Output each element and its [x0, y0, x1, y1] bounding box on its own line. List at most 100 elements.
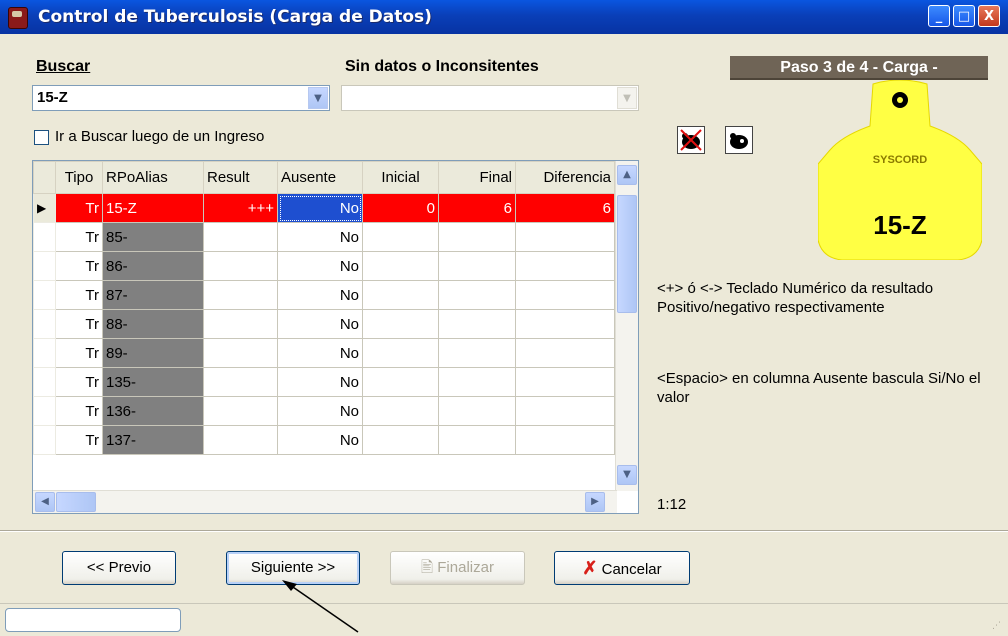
- cell-tipo[interactable]: Tr: [55, 193, 103, 223]
- col-result[interactable]: Result: [203, 161, 278, 194]
- scroll-right-icon[interactable]: ▶: [585, 492, 605, 512]
- table-row[interactable]: ▶ Tr 15-Z +++ No 0 6 6: [33, 193, 615, 223]
- cell-diferencia[interactable]: [515, 367, 615, 397]
- row-selector[interactable]: [33, 251, 56, 281]
- cell-rpoalias[interactable]: 136-: [102, 396, 204, 426]
- cell-result[interactable]: [203, 367, 278, 397]
- previo-button[interactable]: << Previo: [62, 551, 176, 585]
- cell-final[interactable]: [438, 251, 516, 281]
- col-ausente[interactable]: Ausente: [277, 161, 363, 194]
- cell-final[interactable]: [438, 222, 516, 252]
- cell-ausente[interactable]: No: [277, 396, 363, 426]
- sin-datos-combo[interactable]: ▼: [341, 85, 639, 111]
- cell-inicial[interactable]: [362, 338, 439, 368]
- cell-result[interactable]: [203, 396, 278, 426]
- resize-grip-icon[interactable]: ⋰: [992, 621, 1004, 633]
- cell-result[interactable]: [203, 280, 278, 310]
- cell-tipo[interactable]: Tr: [55, 222, 103, 252]
- cell-diferencia[interactable]: [515, 280, 615, 310]
- cell-diferencia[interactable]: [515, 338, 615, 368]
- cell-final[interactable]: [438, 280, 516, 310]
- row-selector[interactable]: [33, 338, 56, 368]
- cell-tipo[interactable]: Tr: [55, 367, 103, 397]
- cell-diferencia[interactable]: [515, 251, 615, 281]
- cell-result[interactable]: [203, 309, 278, 339]
- cell-inicial[interactable]: [362, 425, 439, 455]
- cell-inicial[interactable]: [362, 222, 439, 252]
- cell-result[interactable]: [203, 251, 278, 281]
- cell-inicial[interactable]: [362, 309, 439, 339]
- table-row[interactable]: Tr 87- No: [33, 280, 615, 310]
- cell-inicial[interactable]: [362, 280, 439, 310]
- cell-rpoalias[interactable]: 15-Z: [102, 193, 204, 223]
- cell-ausente[interactable]: No: [277, 425, 363, 455]
- cell-tipo[interactable]: Tr: [55, 338, 103, 368]
- horizontal-scrollbar[interactable]: ◀ ▶: [33, 490, 617, 513]
- cell-inicial[interactable]: [362, 396, 439, 426]
- cell-ausente[interactable]: No: [277, 193, 363, 223]
- cell-tipo[interactable]: Tr: [55, 251, 103, 281]
- row-selector[interactable]: [33, 309, 56, 339]
- cell-result[interactable]: [203, 338, 278, 368]
- cell-ausente[interactable]: No: [277, 280, 363, 310]
- ir-a-buscar-checkbox[interactable]: [34, 130, 49, 145]
- cell-diferencia[interactable]: 6: [515, 193, 615, 223]
- table-row[interactable]: Tr 136- No: [33, 396, 615, 426]
- table-row[interactable]: Tr 137- No: [33, 425, 615, 455]
- col-tipo[interactable]: Tipo: [55, 161, 103, 194]
- cell-rpoalias[interactable]: 89-: [102, 338, 204, 368]
- cell-tipo[interactable]: Tr: [55, 396, 103, 426]
- cell-result[interactable]: +++: [203, 193, 278, 223]
- cell-diferencia[interactable]: [515, 309, 615, 339]
- scroll-thumb[interactable]: [617, 195, 637, 313]
- cell-result[interactable]: [203, 222, 278, 252]
- cow-icon[interactable]: [725, 126, 753, 154]
- table-row[interactable]: Tr 88- No: [33, 309, 615, 339]
- cell-rpoalias[interactable]: 85-: [102, 222, 204, 252]
- cell-inicial[interactable]: [362, 367, 439, 397]
- row-selector[interactable]: [33, 367, 56, 397]
- row-selector[interactable]: [33, 280, 56, 310]
- table-row[interactable]: Tr 89- No: [33, 338, 615, 368]
- row-selector[interactable]: [33, 222, 56, 252]
- cell-final[interactable]: [438, 338, 516, 368]
- close-button[interactable]: X: [978, 5, 1000, 27]
- row-selector[interactable]: [33, 425, 56, 455]
- row-selector[interactable]: [33, 396, 56, 426]
- cell-final[interactable]: 6: [438, 193, 516, 223]
- cell-ausente[interactable]: No: [277, 338, 363, 368]
- table-row[interactable]: Tr 86- No: [33, 251, 615, 281]
- cancelar-button[interactable]: ✗ Cancelar: [554, 551, 690, 585]
- table-row[interactable]: Tr 85- No: [33, 222, 615, 252]
- cell-ausente[interactable]: No: [277, 367, 363, 397]
- col-diferencia[interactable]: Diferencia: [515, 161, 615, 194]
- maximize-button[interactable]: □: [953, 5, 975, 27]
- cell-final[interactable]: [438, 367, 516, 397]
- cow-cancel-icon[interactable]: [677, 126, 705, 154]
- cell-final[interactable]: [438, 425, 516, 455]
- cell-tipo[interactable]: Tr: [55, 309, 103, 339]
- cell-ausente[interactable]: No: [277, 309, 363, 339]
- cell-rpoalias[interactable]: 135-: [102, 367, 204, 397]
- cell-rpoalias[interactable]: 86-: [102, 251, 204, 281]
- cell-final[interactable]: [438, 396, 516, 426]
- cell-inicial[interactable]: 0: [362, 193, 439, 223]
- vertical-scrollbar[interactable]: ▲ ▼: [615, 161, 638, 491]
- minimize-button[interactable]: _: [928, 5, 950, 27]
- col-inicial[interactable]: Inicial: [362, 161, 439, 194]
- cell-rpoalias[interactable]: 88-: [102, 309, 204, 339]
- chevron-down-icon[interactable]: ▼: [308, 87, 328, 109]
- scroll-up-icon[interactable]: ▲: [617, 165, 637, 185]
- scroll-down-icon[interactable]: ▼: [617, 465, 637, 485]
- cell-result[interactable]: [203, 425, 278, 455]
- search-combo[interactable]: 15-Z ▼: [32, 85, 330, 111]
- cell-diferencia[interactable]: [515, 396, 615, 426]
- hscroll-thumb[interactable]: [56, 492, 96, 512]
- col-rpoalias[interactable]: RPoAlias: [102, 161, 204, 194]
- cell-tipo[interactable]: Tr: [55, 280, 103, 310]
- cell-ausente[interactable]: No: [277, 251, 363, 281]
- cell-diferencia[interactable]: [515, 222, 615, 252]
- chevron-down-icon[interactable]: ▼: [617, 87, 637, 109]
- cell-rpoalias[interactable]: 87-: [102, 280, 204, 310]
- table-row[interactable]: Tr 135- No: [33, 367, 615, 397]
